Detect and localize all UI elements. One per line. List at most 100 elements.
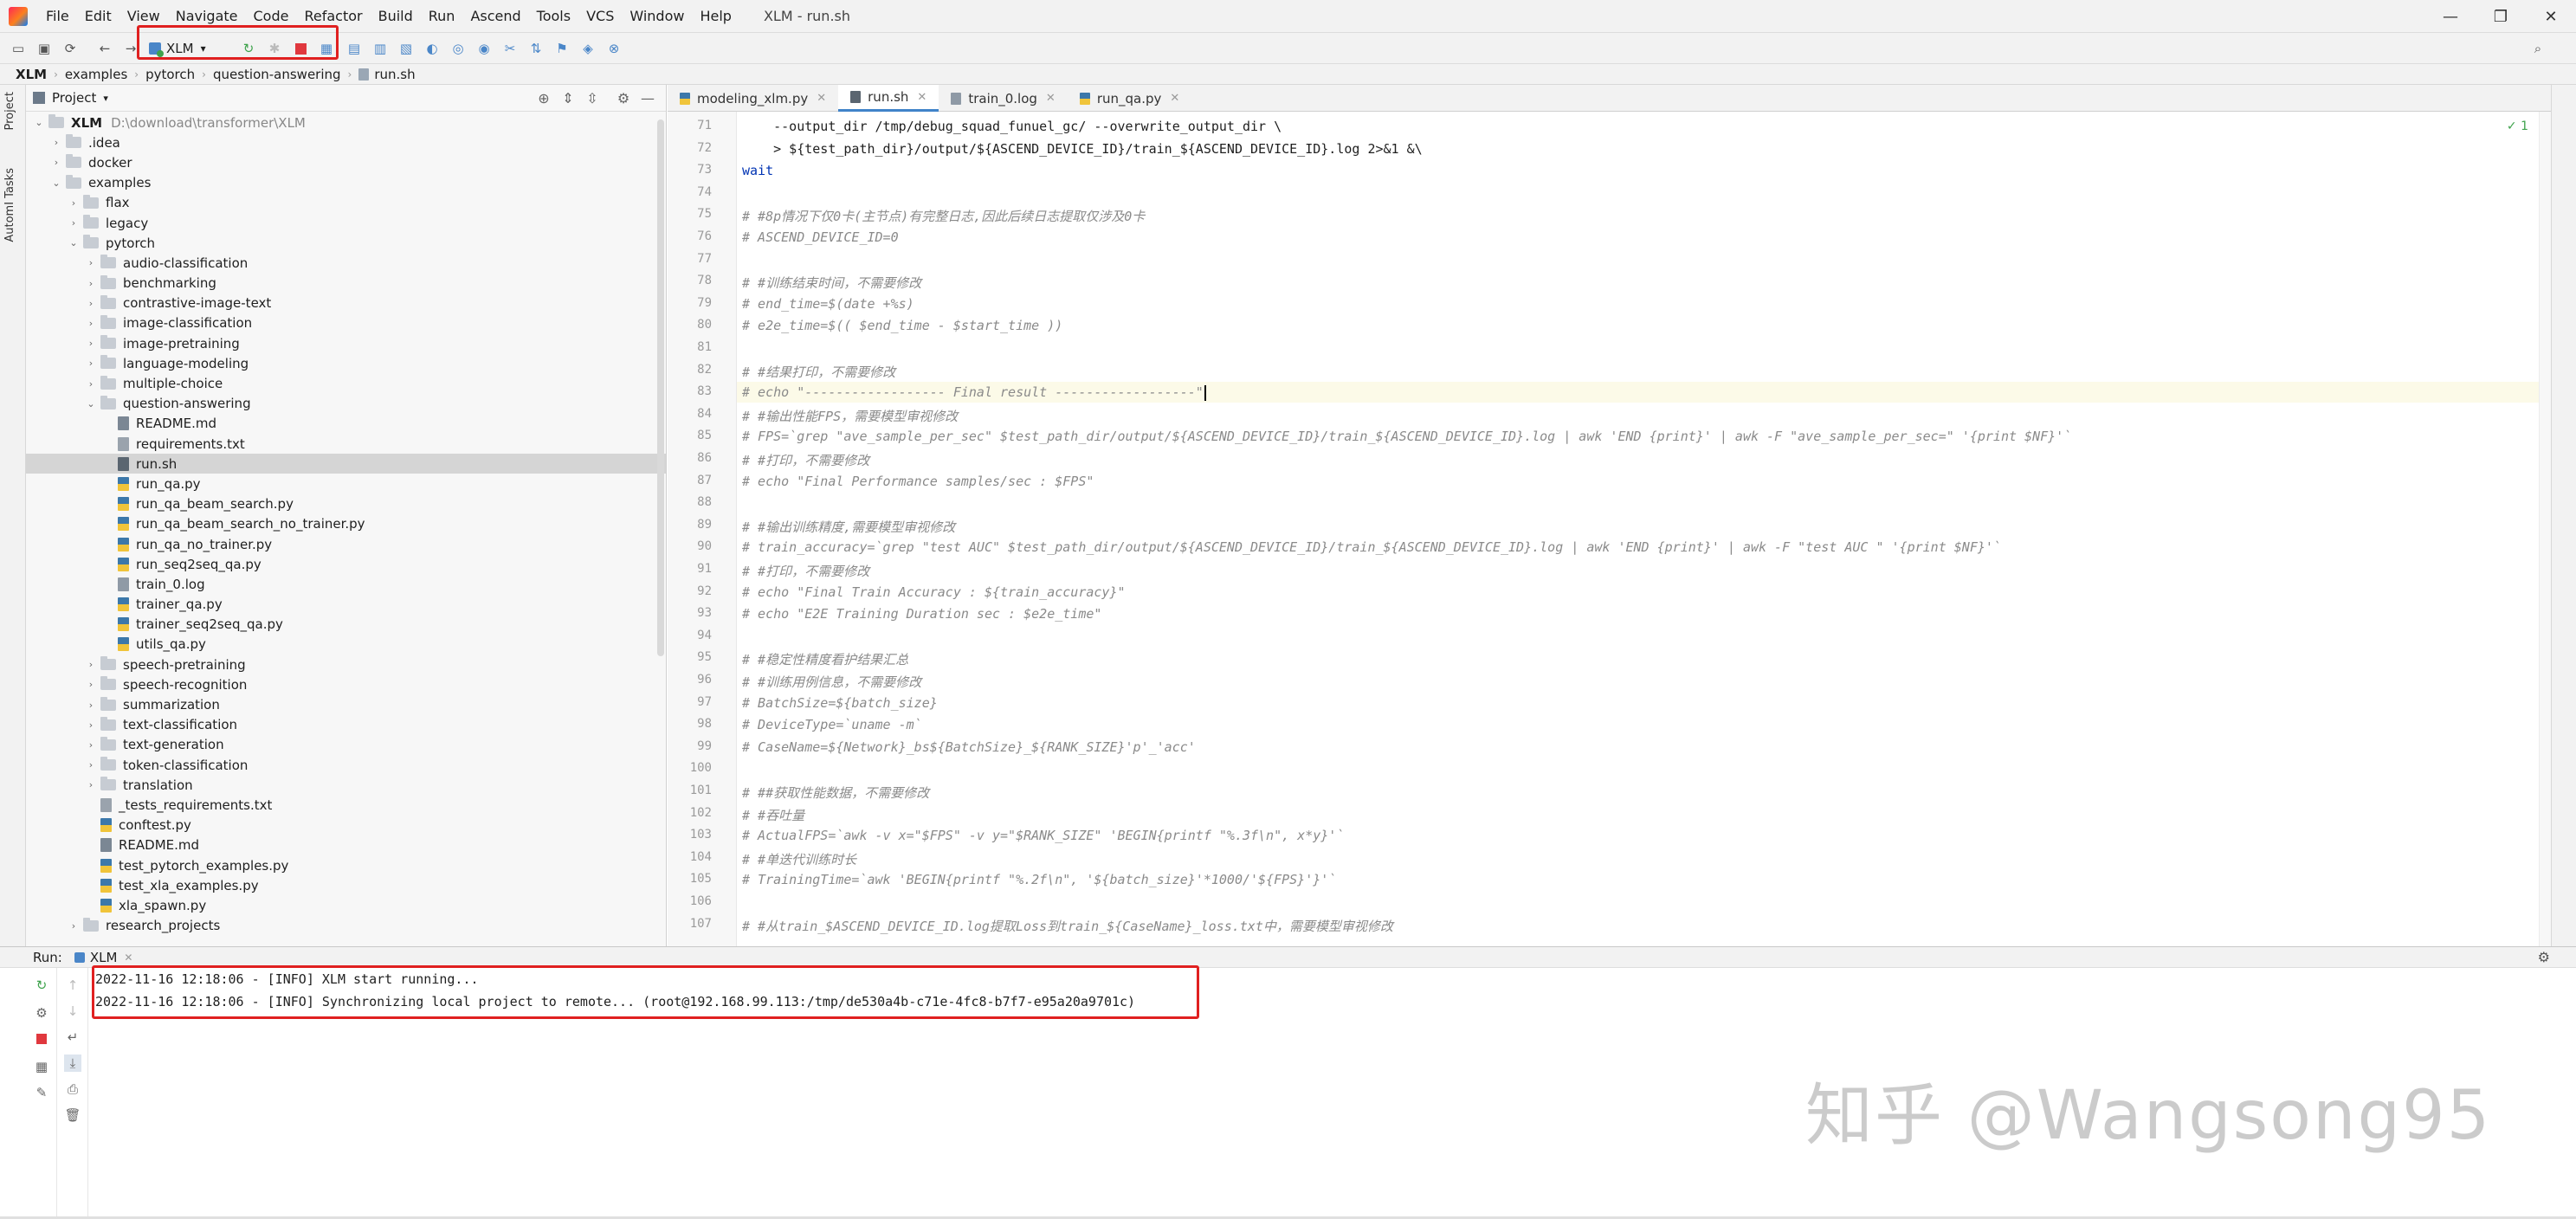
tree-folder-image-pretraining[interactable]: › image-pretraining: [26, 333, 666, 353]
arrow-up-icon[interactable]: ↑: [64, 977, 81, 994]
tree-folder-token-classification[interactable]: › token-classification: [26, 755, 666, 775]
close-icon[interactable]: ✕: [124, 951, 132, 964]
tree-folder-language-modeling[interactable]: › language-modeling: [26, 353, 666, 373]
editor-scrollbar[interactable]: [2539, 112, 2551, 946]
tree-folder-flax[interactable]: › flax: [26, 193, 666, 213]
tree-file-run-seq2seq-qa-py[interactable]: run_seq2seq_qa.py: [26, 554, 666, 574]
tasks-tool-tab[interactable]: AutomI Tasks: [3, 168, 16, 242]
menu-item-ascend[interactable]: Ascend: [462, 0, 528, 33]
chevron-down-icon[interactable]: ⌄: [33, 117, 45, 128]
menu-item-window[interactable]: Window: [622, 0, 692, 33]
tree-file-requirements-txt[interactable]: requirements.txt: [26, 434, 666, 454]
tree-folder-multiple-choice[interactable]: › multiple-choice: [26, 373, 666, 393]
toolbar-tool-10-icon[interactable]: ◈: [578, 39, 597, 58]
chevron-right-icon[interactable]: ›: [85, 378, 97, 390]
soft-wrap-icon[interactable]: ↵: [64, 1029, 81, 1046]
tree-folder-contrastive-image-text[interactable]: › contrastive-image-text: [26, 293, 666, 313]
chevron-right-icon[interactable]: ›: [85, 338, 97, 349]
tree-file-test-xla-examples-py[interactable]: test_xla_examples.py: [26, 875, 666, 895]
gear-icon[interactable]: ⚙: [2538, 949, 2550, 965]
tree-file-run-qa-no-trainer-py[interactable]: run_qa_no_trainer.py: [26, 534, 666, 554]
chevron-right-icon[interactable]: ›: [85, 739, 97, 751]
print-icon[interactable]: ⎙: [64, 1080, 81, 1098]
chevron-right-icon[interactable]: ›: [68, 197, 80, 209]
breadcrumb-item-xlm[interactable]: XLM: [16, 67, 47, 82]
chevron-right-icon[interactable]: ›: [50, 157, 62, 168]
toolbar-tool-9-icon[interactable]: ⚑: [552, 39, 571, 58]
gear-icon[interactable]: ⚙: [615, 89, 632, 106]
collapse-all-icon[interactable]: ⇳: [584, 89, 601, 106]
synchronize-icon[interactable]: ⟳: [61, 39, 80, 58]
rerun-icon[interactable]: ↻: [33, 977, 50, 994]
chevron-right-icon[interactable]: ›: [68, 217, 80, 229]
tree-file-test-pytorch-examples-py[interactable]: test_pytorch_examples.py: [26, 855, 666, 875]
tree-folder-research-projects[interactable]: › research_projects: [26, 916, 666, 936]
tree-file-xla-spawn-py[interactable]: xla_spawn.py: [26, 895, 666, 915]
tree-folder-docker[interactable]: › docker: [26, 152, 666, 172]
code-area[interactable]: --output_dir /tmp/debug_squad_funuel_gc/…: [737, 112, 2551, 946]
tree-folder-pytorch[interactable]: ⌄ pytorch: [26, 233, 666, 253]
chevron-down-icon[interactable]: ⌄: [50, 177, 62, 189]
tree-folder-text-generation[interactable]: › text-generation: [26, 735, 666, 755]
project-tool-tab[interactable]: Project: [3, 92, 16, 130]
tab-run-qa-py[interactable]: run_qa.py ✕: [1068, 85, 1191, 112]
tree-folder-xlm[interactable]: ⌄ XLM D:\download\transformer\XLM: [26, 113, 666, 132]
toolbar-tool-3-icon[interactable]: ▧: [397, 39, 416, 58]
save-all-icon[interactable]: ▣: [35, 39, 54, 58]
chevron-right-icon[interactable]: ›: [85, 759, 97, 771]
tree-file-run-qa-beam-search-py[interactable]: run_qa_beam_search.py: [26, 494, 666, 514]
close-window-button[interactable]: ✕: [2526, 0, 2576, 33]
restore-button[interactable]: ❐: [2476, 0, 2526, 33]
scroll-to-end-icon[interactable]: ⤓: [64, 1055, 81, 1072]
toolbar-tool-4-icon[interactable]: ◐: [423, 39, 442, 58]
tree-folder-question-answering[interactable]: ⌄ question-answering: [26, 394, 666, 414]
menu-item-edit[interactable]: Edit: [77, 0, 119, 33]
tree-folder-text-classification[interactable]: › text-classification: [26, 715, 666, 735]
chevron-right-icon[interactable]: ›: [85, 278, 97, 289]
chevron-right-icon[interactable]: ›: [85, 257, 97, 268]
back-icon[interactable]: ←: [95, 39, 114, 58]
project-scrollbar[interactable]: [657, 119, 664, 656]
pin-icon[interactable]: ✎: [33, 1084, 50, 1101]
tab-modeling-xlm-py[interactable]: modeling_xlm.py ✕: [668, 85, 838, 112]
tree-folder-examples[interactable]: ⌄ examples: [26, 173, 666, 193]
tree-file-run-sh[interactable]: run.sh: [26, 454, 666, 474]
tree-file-run-qa-py[interactable]: run_qa.py: [26, 474, 666, 493]
toolbar-tool-2-icon[interactable]: ▥: [371, 39, 390, 58]
chevron-right-icon[interactable]: ›: [85, 700, 97, 711]
tree-folder-audio-classification[interactable]: › audio-classification: [26, 253, 666, 273]
chevron-down-icon[interactable]: ⌄: [85, 398, 97, 410]
chevron-right-icon[interactable]: ›: [85, 298, 97, 309]
chevron-right-icon[interactable]: ›: [85, 318, 97, 329]
run-tab-xlm[interactable]: XLM ✕: [74, 950, 132, 965]
tree-folder-translation[interactable]: › translation: [26, 775, 666, 795]
tree-file-readme-md[interactable]: README.md: [26, 835, 666, 855]
tree-folder-summarization[interactable]: › summarization: [26, 694, 666, 714]
chevron-right-icon[interactable]: ›: [50, 137, 62, 148]
toolbar-tool-11-icon[interactable]: ⊗: [604, 39, 623, 58]
chevron-right-icon[interactable]: ›: [68, 920, 80, 932]
close-icon[interactable]: ✕: [917, 91, 926, 104]
tab-train-0-log[interactable]: train_0.log ✕: [939, 85, 1068, 112]
menu-item-file[interactable]: File: [38, 0, 77, 33]
chevron-down-icon[interactable]: ⌄: [68, 237, 80, 248]
tree-file-conftest-py[interactable]: conftest.py: [26, 816, 666, 835]
chevron-right-icon[interactable]: ›: [85, 719, 97, 731]
toolbar-tool-8-icon[interactable]: ⇅: [526, 39, 546, 58]
tree-file-trainer-qa-py[interactable]: trainer_qa.py: [26, 595, 666, 615]
tree-folder-speech-recognition[interactable]: › speech-recognition: [26, 674, 666, 694]
tab-run-sh[interactable]: run.sh ✕: [838, 85, 939, 112]
menu-item-vcs[interactable]: VCS: [578, 0, 622, 33]
stop-icon[interactable]: [33, 1030, 50, 1048]
tree-folder-idea[interactable]: › .idea: [26, 132, 666, 152]
chevron-right-icon[interactable]: ›: [85, 659, 97, 670]
search-everywhere-icon[interactable]: ⌕: [2528, 39, 2547, 58]
breadcrumb-item-run-sh[interactable]: run.sh: [374, 67, 415, 82]
menu-item-tools[interactable]: Tools: [529, 0, 578, 33]
chevron-right-icon[interactable]: ›: [85, 679, 97, 690]
tool-1-icon[interactable]: ⚙: [33, 1004, 50, 1022]
tree-folder-image-classification[interactable]: › image-classification: [26, 313, 666, 333]
hide-panel-icon[interactable]: —: [639, 89, 656, 106]
menu-item-build[interactable]: Build: [371, 0, 421, 33]
chevron-right-icon[interactable]: ›: [85, 779, 97, 790]
